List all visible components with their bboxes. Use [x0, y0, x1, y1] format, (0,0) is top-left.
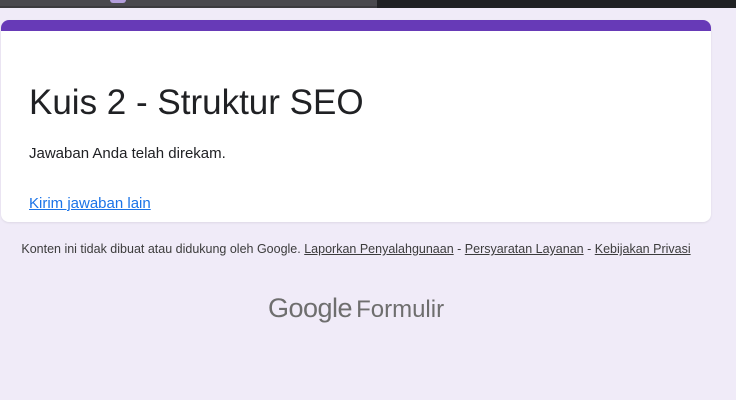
terms-of-service-link[interactable]: Persyaratan Layanan	[465, 242, 584, 256]
browser-tab-strip	[0, 0, 736, 8]
browser-tab[interactable]	[0, 0, 377, 6]
form-header-card: Kuis 2 - Struktur SEO Jawaban Anda telah…	[1, 20, 711, 222]
forms-wordmark: Formulir	[356, 296, 445, 323]
page-bottom-edge	[0, 400, 736, 404]
privacy-policy-link[interactable]: Kebijakan Privasi	[595, 242, 691, 256]
confirmation-message: Jawaban Anda telah direkam.	[29, 145, 226, 162]
footer-separator: -	[453, 242, 465, 256]
report-abuse-link[interactable]: Laporkan Penyalahgunaan	[304, 242, 453, 256]
google-wordmark: Google	[268, 293, 353, 323]
forms-tab-icon	[110, 0, 126, 3]
footer-separator: -	[583, 242, 595, 256]
footer-disclaimer: Konten ini tidak dibuat atau didukung ol…	[20, 241, 692, 257]
card-accent-bar	[1, 20, 711, 31]
footer-disclaimer-text: Konten ini tidak dibuat atau didukung ol…	[21, 242, 301, 256]
form-title: Kuis 2 - Struktur SEO	[29, 83, 364, 122]
browser-tab-background	[377, 0, 736, 8]
submit-another-response-link[interactable]: Kirim jawaban lain	[29, 194, 151, 214]
google-forms-logo[interactable]: Google Formulir	[268, 293, 444, 327]
